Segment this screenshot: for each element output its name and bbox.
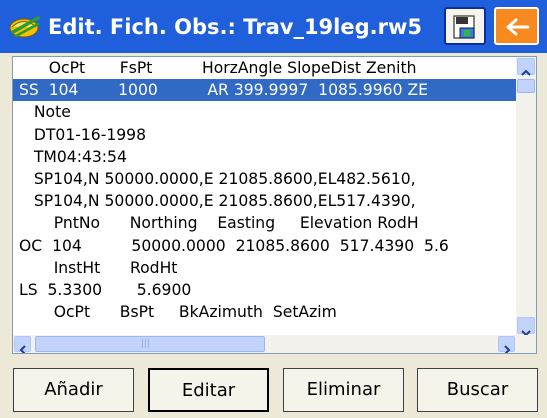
chevron-left-icon (19, 340, 27, 353)
list-row-selected[interactable]: SS 104 1000 AR 399.9997 1085.9960 ZE (13, 79, 517, 102)
scroll-left-button[interactable] (14, 336, 31, 353)
back-button[interactable] (494, 7, 539, 45)
list-row[interactable]: OcPt BsPt BkAzimuth SetAzim (13, 301, 517, 323)
survey-dish-icon (8, 10, 42, 42)
scroll-right-button[interactable] (498, 336, 515, 353)
scroll-up-button[interactable] (517, 58, 535, 76)
save-file-icon (452, 14, 480, 44)
add-button[interactable]: Añadir (13, 368, 134, 412)
horizontal-scrollbar[interactable]: ||| (13, 335, 536, 353)
list-row[interactable]: Note (13, 101, 517, 123)
chevron-right-icon (503, 340, 511, 353)
title-bar: Edit. Fich. Obs.: Trav_19leg.rw5 (0, 0, 547, 53)
list-header-row[interactable]: OcPt FsPt HorzAngle SlopeDist Zenith (13, 57, 517, 79)
list-row[interactable]: SP104,N 50000.0000,E 21085.8600,EL482.56… (13, 168, 517, 190)
scroll-down-button[interactable] (517, 317, 535, 337)
list-row[interactable]: DT01-16-1998 (13, 124, 517, 146)
list-row[interactable]: InstHt RodHt (13, 257, 517, 279)
search-button[interactable]: Buscar (417, 368, 538, 412)
list-row[interactable]: SP104,N 50000.0000,E 21085.8600,EL517.43… (13, 190, 517, 212)
observation-lines: OcPt FsPt HorzAngle SlopeDist Zenith SS … (13, 57, 517, 335)
edit-button[interactable]: Editar (148, 368, 269, 412)
back-arrow-icon (504, 17, 530, 41)
vertical-scroll-thumb[interactable] (517, 79, 535, 93)
list-row[interactable]: TM04:43:54 (13, 146, 517, 168)
window-title: Edit. Fich. Obs.: Trav_19leg.rw5 (48, 15, 422, 39)
observation-list[interactable]: OcPt FsPt HorzAngle SlopeDist Zenith SS … (12, 56, 537, 354)
save-button[interactable] (444, 7, 486, 45)
action-bar: Añadir Editar Eliminar Buscar (0, 360, 547, 418)
horizontal-scroll-thumb[interactable]: ||| (35, 336, 265, 352)
vertical-scrollbar[interactable] (516, 57, 536, 337)
list-row[interactable]: OC 104 50000.0000 21085.8600 517.4390 5.… (13, 235, 517, 257)
list-row[interactable]: PntNo Northing Easting Elevation RodH (13, 212, 517, 234)
list-row[interactable]: LS 5.3300 5.6900 (13, 279, 517, 301)
grip-icon: ||| (141, 339, 151, 349)
delete-button[interactable]: Eliminar (283, 368, 404, 412)
